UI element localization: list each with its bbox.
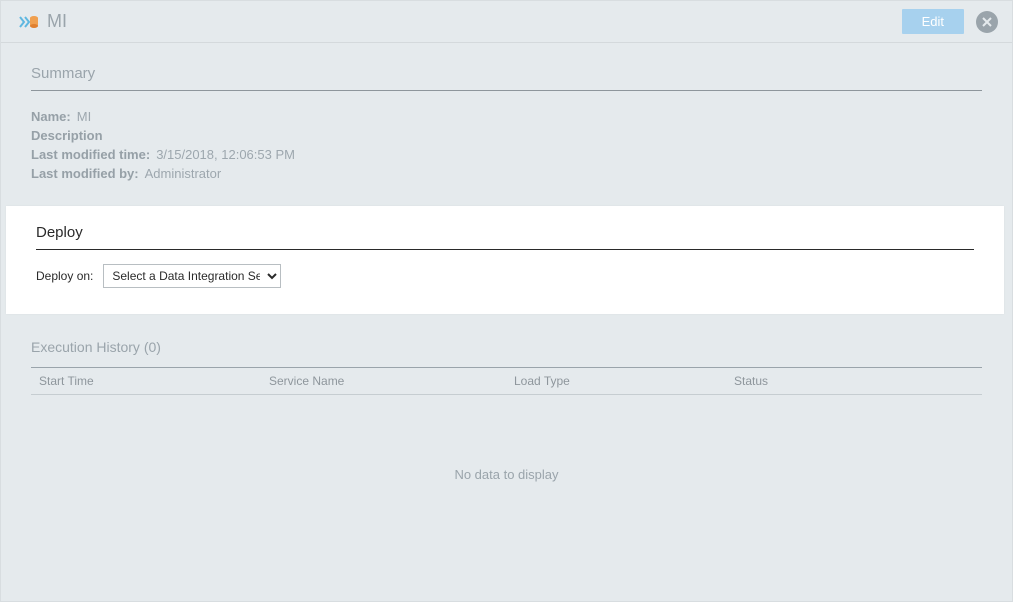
header-left: MI [19, 11, 67, 32]
execution-history-table: Start Time Service Name Load Type Status… [31, 367, 982, 554]
summary-description-row: Description [31, 128, 982, 143]
table-header-row: Start Time Service Name Load Type Status [31, 368, 982, 395]
name-value: MI [77, 109, 91, 124]
close-button[interactable] [976, 11, 998, 33]
execution-history-heading: Execution History (0) [31, 339, 982, 361]
summary-section: Summary Name: MI Description Last modifi… [1, 43, 1012, 203]
edit-button[interactable]: Edit [902, 9, 964, 34]
summary-heading: Summary [31, 65, 982, 91]
close-icon [982, 17, 992, 27]
execution-history-section: Execution History (0) Start Time Service… [1, 317, 1012, 572]
header-bar: MI Edit [1, 1, 1012, 43]
header-right: Edit [902, 9, 998, 34]
summary-modified-by-row: Last modified by: Administrator [31, 166, 982, 181]
deploy-section: Deploy Deploy on: Select a Data Integrat… [6, 206, 1004, 314]
deploy-on-select[interactable]: Select a Data Integration Ser [103, 264, 281, 288]
app-container: MI Edit Summary Name: MI Description Las… [0, 0, 1013, 602]
column-load-type: Load Type [514, 374, 734, 388]
summary-modified-time-row: Last modified time: 3/15/2018, 12:06:53 … [31, 147, 982, 162]
last-modified-by-value: Administrator [145, 166, 222, 181]
column-start-time: Start Time [39, 374, 269, 388]
mass-ingestion-icon [19, 14, 39, 30]
summary-name-row: Name: MI [31, 109, 982, 124]
name-label: Name: [31, 109, 71, 124]
last-modified-time-value: 3/15/2018, 12:06:53 PM [156, 147, 295, 162]
deploy-row: Deploy on: Select a Data Integration Ser [36, 264, 974, 288]
deploy-on-label: Deploy on: [36, 269, 93, 283]
column-status: Status [734, 374, 974, 388]
page-title: MI [47, 11, 67, 32]
no-data-message: No data to display [31, 395, 982, 554]
content-area: Summary Name: MI Description Last modifi… [1, 43, 1012, 572]
deploy-heading: Deploy [36, 224, 974, 250]
last-modified-by-label: Last modified by: [31, 166, 139, 181]
description-label: Description [31, 128, 103, 143]
last-modified-time-label: Last modified time: [31, 147, 150, 162]
column-service-name: Service Name [269, 374, 514, 388]
